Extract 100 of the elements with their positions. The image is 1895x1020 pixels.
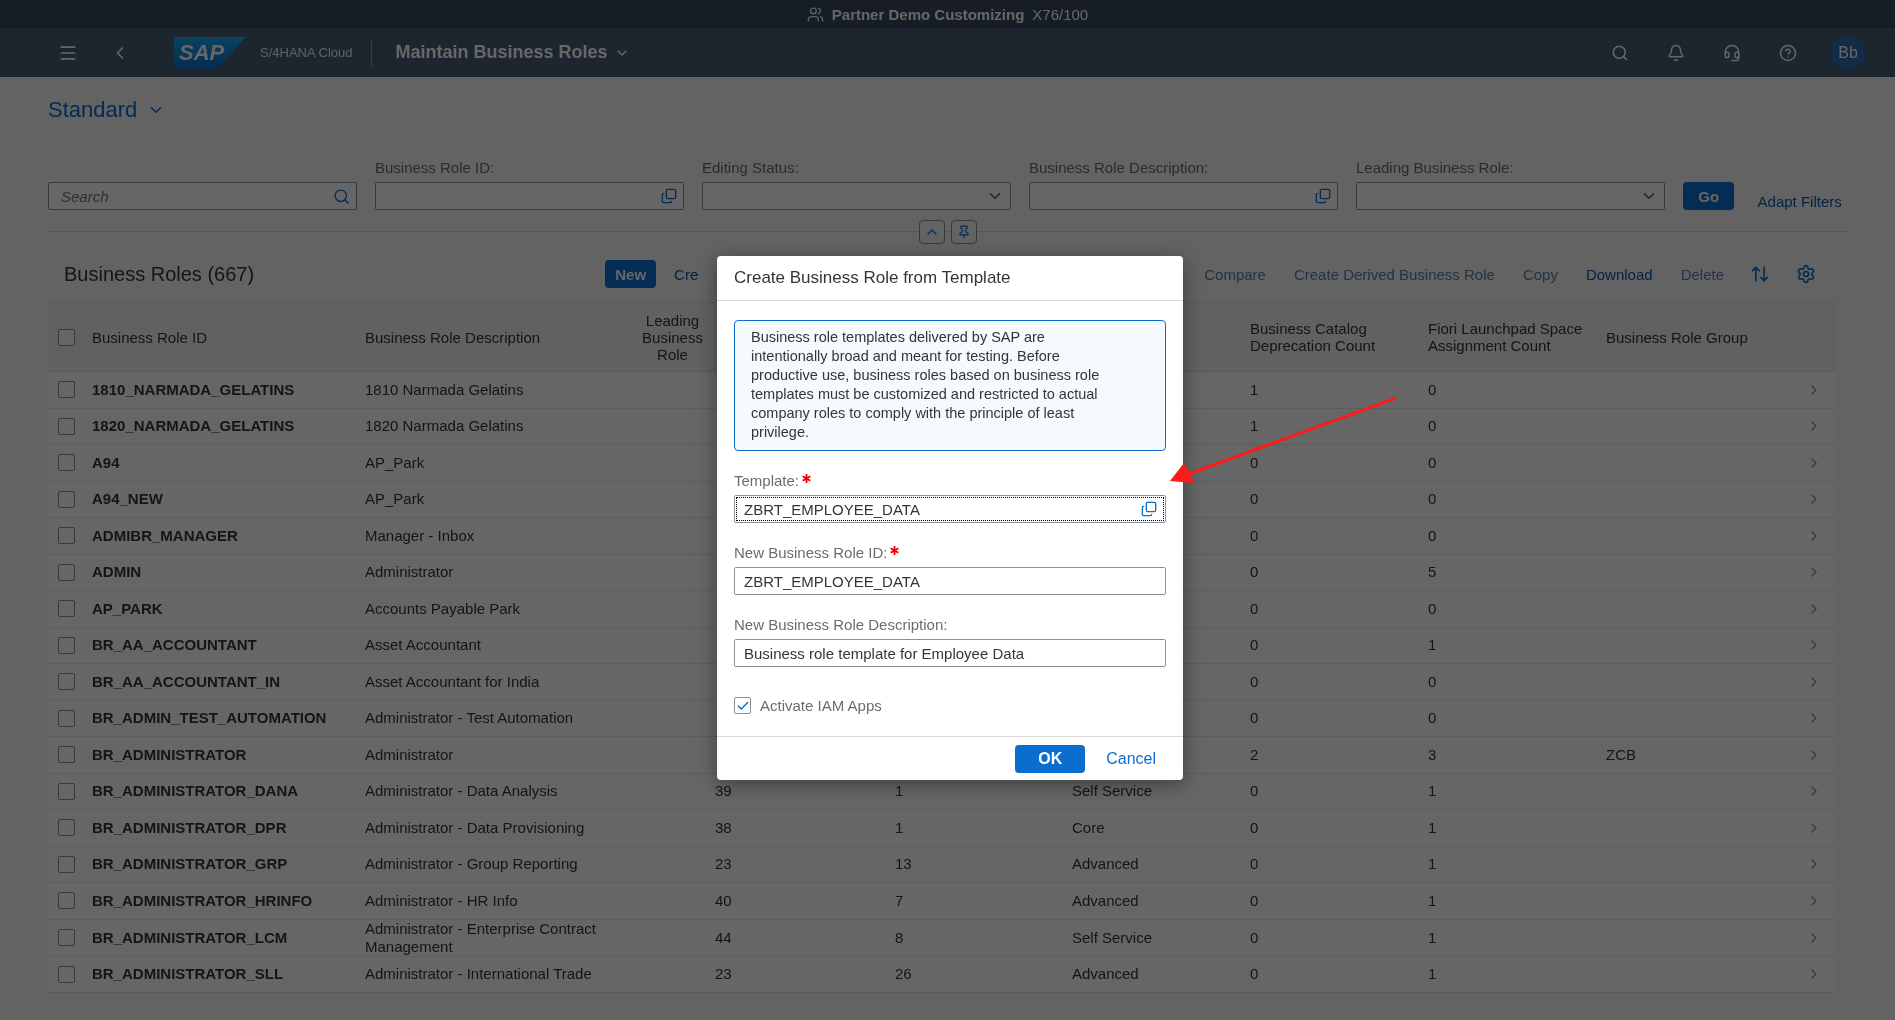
- variant-selector[interactable]: Standard: [48, 97, 166, 123]
- table-cell-text: AP_PARK: [92, 599, 164, 618]
- search-field[interactable]: Search: [48, 182, 357, 210]
- select-all-checkbox[interactable]: [58, 328, 75, 346]
- adapt-filters-link[interactable]: Adapt Filters: [1752, 193, 1847, 210]
- row-checkbox[interactable]: [58, 709, 75, 727]
- ok-button[interactable]: OK: [1015, 744, 1086, 773]
- filter-field[interactable]: [702, 182, 1011, 210]
- toolbar-action[interactable]: Download: [1585, 265, 1653, 283]
- table-cell-text: Administrator - Group Reporting: [365, 855, 579, 874]
- row-checkbox[interactable]: [58, 746, 75, 764]
- column-header[interactable]: Business Role ID: [92, 328, 365, 346]
- table-cell-text: ADMIN: [92, 563, 143, 582]
- collapse-header-button[interactable]: [918, 220, 945, 244]
- row-checkbox[interactable]: [58, 819, 75, 837]
- table-cell-text: 0: [1250, 636, 1260, 655]
- system-title: Partner Demo Customizing: [831, 5, 1025, 23]
- table-cell-text: Asset Accountant: [365, 636, 482, 655]
- value-help-icon[interactable]: [661, 188, 677, 204]
- table-cell-text: 39: [715, 782, 733, 801]
- table-cell-text: Accounts Payable Park: [365, 599, 522, 618]
- table-cell-text: BR_ADMINISTRATOR_LCM: [92, 928, 289, 947]
- input-field[interactable]: ZBRT_EMPLOYEE_DATA: [734, 567, 1166, 595]
- table-cell-text: 23: [715, 855, 733, 874]
- row-checkbox[interactable]: [58, 929, 75, 946]
- table-cell-text: A94: [92, 453, 121, 472]
- value-help-icon[interactable]: [1315, 188, 1331, 204]
- table-title: Business Roles (667): [64, 262, 255, 286]
- input-field[interactable]: ZBRT_EMPLOYEE_DATA: [734, 495, 1166, 523]
- filter-field[interactable]: [1029, 182, 1338, 210]
- row-checkbox[interactable]: [58, 563, 75, 581]
- table-cell-text: 13: [895, 855, 913, 874]
- table-cell-text: BR_ADMINISTRATOR: [92, 745, 248, 764]
- row-checkbox[interactable]: [58, 673, 75, 691]
- column-header[interactable]: Leading Business Role: [640, 311, 715, 363]
- app-title-menu[interactable]: Maintain Business Roles: [389, 41, 636, 64]
- table-cell-text: 0: [1250, 599, 1260, 618]
- table-cell-text: BR_ADMINISTRATOR_HRINFO: [92, 891, 314, 910]
- system-client: X76/100: [1032, 5, 1089, 23]
- table-cell-text: 1: [1250, 417, 1260, 436]
- filter-label: Editing Status:: [702, 159, 800, 176]
- column-header[interactable]: Business Role Description: [365, 328, 640, 346]
- new-button[interactable]: New: [605, 260, 657, 288]
- table-cell-text: 0: [1250, 453, 1260, 472]
- row-checkbox[interactable]: [58, 855, 75, 873]
- row-checkbox[interactable]: [58, 381, 75, 399]
- row-checkbox[interactable]: [58, 417, 75, 435]
- field-label: New Business Role Description:: [734, 616, 948, 633]
- row-checkbox[interactable]: [58, 965, 75, 983]
- table-cell-text: 5: [1428, 563, 1438, 582]
- table-cell-text: ZCB: [1606, 745, 1637, 764]
- table-cell-text: BR_ADMIN_TEST_AUTOMATION: [92, 709, 328, 728]
- pin-header-button[interactable]: [950, 220, 977, 244]
- table-cell-text: 2: [1250, 745, 1260, 764]
- row-checkbox[interactable]: [58, 454, 75, 472]
- column-header[interactable]: Business Role Group: [1606, 328, 1790, 346]
- row-checkbox[interactable]: [58, 636, 75, 654]
- filter-field[interactable]: [375, 182, 684, 210]
- table-cell-text: Administrator - HR Info: [365, 891, 519, 910]
- checkbox-label: Activate IAM Apps: [760, 697, 882, 714]
- column-header[interactable]: Fiori Launchpad Space Assignment Count: [1428, 320, 1606, 354]
- table-cell-text: Self Service: [1072, 782, 1154, 801]
- table-cell-text: AP_Park: [365, 453, 426, 472]
- table-cell-text: 1: [1428, 636, 1438, 655]
- search-icon[interactable]: [333, 187, 350, 205]
- iam-apps-checkbox[interactable]: [734, 697, 751, 714]
- table-cell-text: 0: [1428, 709, 1438, 728]
- row-checkbox[interactable]: [58, 600, 75, 618]
- product-name: S/4HANA Cloud: [260, 45, 353, 60]
- table-cell-text: BR_AA_ACCOUNTANT_IN: [92, 672, 282, 691]
- cancel-button[interactable]: Cancel: [1106, 749, 1156, 768]
- row-checkbox[interactable]: [58, 490, 75, 508]
- filter-field[interactable]: [1356, 182, 1665, 210]
- table-cell-text: 0: [1428, 380, 1438, 399]
- table-cell-text: 1820_NARMADA_GELATINS: [92, 417, 296, 436]
- row-checkbox[interactable]: [58, 527, 75, 545]
- table-cell-text: Core: [1072, 818, 1106, 837]
- table-cell-text: 40: [715, 891, 733, 910]
- row-checkbox[interactable]: [58, 782, 75, 800]
- pin-icon[interactable]: [956, 225, 971, 239]
- table-cell-text: BR_ADMINISTRATOR_DANA: [92, 782, 300, 801]
- toolbar-action[interactable]: Cre: [674, 265, 699, 283]
- input-field[interactable]: Business role template for Employee Data: [734, 639, 1166, 667]
- value-help-icon[interactable]: [1141, 501, 1157, 517]
- go-button[interactable]: Go: [1683, 182, 1735, 210]
- table-cell-text: 0: [1250, 490, 1260, 509]
- row-checkbox[interactable]: [58, 892, 75, 910]
- column-header[interactable]: Business Catalog Deprecation Count: [1250, 320, 1428, 354]
- table-cell-text: BR_ADMINISTRATOR_GRP: [92, 855, 289, 874]
- table-cell-text: BR_AA_ACCOUNTANT: [92, 636, 258, 655]
- table-cell-text: 1: [1428, 782, 1438, 801]
- table-cell-text: 0: [1250, 928, 1260, 947]
- user-avatar[interactable]: Bb: [1831, 35, 1865, 70]
- table-cell-text: 0: [1250, 563, 1260, 582]
- table-cell-text: 0: [1250, 782, 1260, 801]
- table-cell-text: 0: [1250, 526, 1260, 545]
- table-cell-text: 0: [1250, 672, 1260, 691]
- table-cell-text: 1: [895, 782, 905, 801]
- table-cell-text: 1: [1250, 380, 1260, 399]
- table-cell-text: 44: [715, 928, 733, 947]
